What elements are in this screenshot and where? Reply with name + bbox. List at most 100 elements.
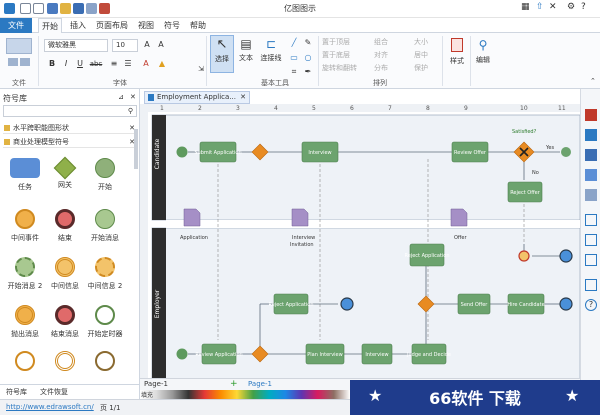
end-event[interactable] bbox=[559, 249, 573, 263]
center-item[interactable]: 居中 bbox=[414, 50, 428, 60]
clipboard-icon[interactable] bbox=[6, 38, 32, 54]
close-panel-icon[interactable]: ✕ bbox=[130, 93, 136, 101]
bring-to-front-item[interactable]: 置于顶层 bbox=[322, 37, 350, 47]
distribute-item[interactable]: 分布 bbox=[374, 63, 388, 73]
help-icon[interactable]: ? bbox=[581, 2, 586, 12]
page-icon[interactable] bbox=[585, 214, 597, 226]
hyperlink-icon[interactable] bbox=[585, 234, 597, 246]
tab-insert[interactable]: 插入 bbox=[66, 18, 90, 33]
shape-start-message[interactable]: 开始消息 bbox=[85, 209, 125, 243]
pen-icon[interactable]: ✒ bbox=[302, 66, 314, 78]
image-icon[interactable] bbox=[585, 169, 597, 181]
shape-throw-message[interactable]: 抛出消息 bbox=[5, 305, 45, 339]
tab-view[interactable]: 视图 bbox=[134, 18, 158, 33]
bold-button[interactable]: B bbox=[46, 58, 58, 70]
data-object-application[interactable] bbox=[183, 208, 201, 227]
font-size-combo[interactable]: 10 bbox=[112, 39, 138, 52]
layer-icon[interactable] bbox=[585, 189, 597, 201]
rectangle-tool-icon[interactable]: ▭ bbox=[288, 52, 300, 64]
line-tool-icon[interactable]: ╱ bbox=[288, 37, 300, 49]
save-icon[interactable] bbox=[73, 3, 84, 14]
print-icon[interactable] bbox=[86, 3, 97, 14]
intermediate-message-event[interactable] bbox=[518, 250, 530, 262]
gear-icon[interactable]: ⚙ bbox=[567, 2, 575, 12]
new-icon[interactable] bbox=[47, 3, 58, 14]
start-event[interactable] bbox=[176, 348, 188, 360]
open-icon[interactable] bbox=[60, 3, 71, 14]
group-item[interactable]: 组合 bbox=[374, 37, 388, 47]
tab-page-layout[interactable]: 页面布局 bbox=[93, 18, 131, 33]
comment-icon[interactable] bbox=[585, 279, 597, 291]
flow-connector[interactable] bbox=[561, 147, 571, 157]
underline-button[interactable]: U bbox=[74, 58, 86, 70]
page-tab[interactable]: Page-1 bbox=[248, 380, 272, 388]
shadow-icon[interactable] bbox=[585, 149, 597, 161]
grid-icon[interactable]: ▦ bbox=[521, 2, 530, 12]
edit-button[interactable]: ⚲ 编辑 bbox=[472, 35, 494, 75]
shape-end-message[interactable]: 结束消息 bbox=[45, 305, 85, 339]
shape-start-message-2[interactable]: 开始消息 2 bbox=[5, 257, 45, 291]
close-small-icon[interactable]: ✕ bbox=[549, 2, 557, 12]
diagram-svg[interactable]: 1 2 3 4 5 6 7 8 9 10 11 Candidate Employ… bbox=[140, 104, 580, 379]
export-icon[interactable] bbox=[99, 3, 110, 14]
end-event[interactable] bbox=[559, 297, 573, 311]
start-event[interactable] bbox=[176, 146, 188, 158]
tab-file-recovery[interactable]: 文件恢复 bbox=[40, 387, 68, 397]
select-tool-button[interactable]: ↖ 选择 bbox=[210, 35, 234, 73]
data-object-interview-invitation[interactable] bbox=[291, 208, 309, 227]
website-link[interactable]: http://www.edrawsoft.cn/ bbox=[6, 403, 94, 411]
library-item-bpmn[interactable]: 商业处理模型符号 ✕ bbox=[3, 136, 137, 148]
data-object-offer[interactable] bbox=[450, 208, 468, 227]
grow-font-icon[interactable]: A bbox=[141, 39, 153, 51]
list-icon[interactable]: ≡ bbox=[108, 58, 120, 70]
collapse-ribbon-icon[interactable]: ⌃ bbox=[590, 77, 596, 85]
tab-home[interactable]: 开始 bbox=[38, 18, 62, 33]
shape-intermediate-event[interactable]: 中间事件 bbox=[5, 209, 45, 243]
pencil-icon[interactable]: ✎ bbox=[302, 37, 314, 49]
tab-symbol[interactable]: 符号 bbox=[160, 18, 184, 33]
text-tool-button[interactable]: ▤ 文本 bbox=[236, 35, 256, 73]
shape-gateway[interactable]: 网关 bbox=[45, 156, 85, 190]
align-item[interactable]: 对齐 bbox=[374, 50, 388, 60]
tab-symbol-library[interactable]: 符号库 bbox=[6, 387, 27, 397]
document-tab[interactable]: Employment Applica... ✕ bbox=[144, 91, 250, 104]
end-event[interactable] bbox=[340, 297, 354, 311]
library-search-input[interactable]: ⚲ bbox=[3, 105, 137, 117]
send-to-back-item[interactable]: 置于底层 bbox=[322, 50, 350, 60]
font-color-icon[interactable]: A bbox=[140, 58, 152, 70]
shape-intermediate-message-2[interactable]: 中间信息 2 bbox=[85, 257, 125, 291]
italic-button[interactable]: I bbox=[60, 58, 72, 70]
canvas-area[interactable]: Employment Applica... ✕ 1 2 3 4 5 6 7 8 … bbox=[140, 89, 580, 399]
panel-scrollbar[interactable] bbox=[134, 129, 138, 169]
close-tab-icon[interactable]: ✕ bbox=[240, 92, 246, 103]
library-item-cross-functional[interactable]: 水平跨职能图形状 ✕ bbox=[3, 122, 137, 134]
undo-icon[interactable] bbox=[20, 3, 31, 14]
rotate-flip-item[interactable]: 旋转和翻转 bbox=[322, 63, 357, 73]
crop-icon[interactable]: ⌗ bbox=[288, 66, 300, 78]
help-side-icon[interactable]: ? bbox=[585, 299, 597, 311]
copy-icon[interactable] bbox=[8, 58, 18, 66]
color-palette[interactable] bbox=[140, 390, 350, 399]
font-name-combo[interactable]: 微软雅黑 bbox=[44, 39, 108, 52]
shape-intermediate-message[interactable]: 中间信息 bbox=[45, 257, 85, 291]
shape-timer-2[interactable] bbox=[10, 351, 40, 371]
shape-start-timer[interactable]: 开始定时器 bbox=[85, 305, 125, 339]
share-icon[interactable]: ⇧ bbox=[536, 2, 544, 12]
line-style-icon[interactable] bbox=[585, 129, 597, 141]
pin-icon[interactable]: ⊿ bbox=[118, 93, 124, 101]
align-icon[interactable]: ☰ bbox=[122, 58, 134, 70]
highlight-icon[interactable]: ▲ bbox=[156, 58, 168, 70]
protect-item[interactable]: 保护 bbox=[414, 63, 428, 73]
style-button[interactable]: 样式 bbox=[446, 35, 468, 75]
cut-icon[interactable] bbox=[20, 58, 30, 66]
fill-icon[interactable] bbox=[585, 109, 597, 121]
shrink-font-icon[interactable]: A bbox=[155, 39, 167, 51]
ellipse-tool-icon[interactable]: ○ bbox=[302, 52, 314, 64]
page-select[interactable]: Page-1 bbox=[144, 380, 168, 388]
attachment-icon[interactable] bbox=[585, 254, 597, 266]
shape-start[interactable]: 开始 bbox=[85, 158, 125, 192]
tab-help[interactable]: 帮助 bbox=[186, 18, 210, 33]
redo-icon[interactable] bbox=[33, 3, 44, 14]
size-item[interactable]: 大小 bbox=[414, 37, 428, 47]
shape-timer-4[interactable] bbox=[90, 351, 120, 371]
